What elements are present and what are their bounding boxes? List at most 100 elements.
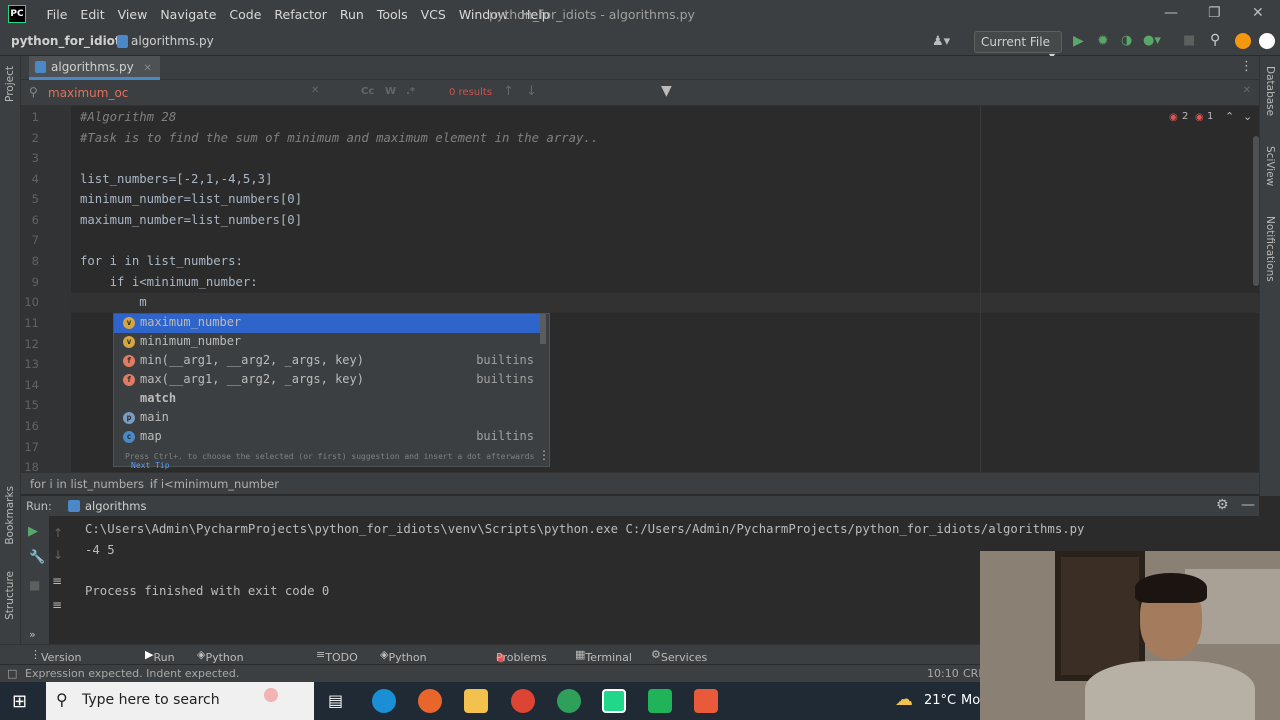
tool-terminal[interactable]: ▦ Terminal — [575, 648, 632, 664]
tool-python-packages[interactable]: ◈ Python Packages — [197, 648, 257, 677]
code-breadcrumb: for i in list_numbers › if i<minimum_num… — [21, 472, 1259, 494]
completion-item[interactable]: c map builtins — [114, 428, 546, 447]
pycharm-taskbar-icon[interactable] — [602, 689, 626, 713]
chevron-down-icon[interactable]: ⌄ — [1243, 110, 1252, 123]
firefox-icon[interactable] — [418, 689, 442, 713]
search-icon: ⚲ — [29, 85, 38, 99]
sciview-tool-button[interactable]: SciView — [1264, 146, 1276, 186]
tool-python-console[interactable]: ◈ Python Console — [380, 648, 432, 677]
menu-tools[interactable]: Tools — [370, 7, 414, 22]
search-results-count: 0 results — [449, 87, 493, 98]
minimize-icon[interactable]: — — [1164, 5, 1178, 21]
menu-run[interactable]: Run — [333, 7, 370, 22]
more-options-icon[interactable]: ⋮ — [538, 448, 550, 462]
stop-icon[interactable]: ■ — [1183, 33, 1195, 48]
bookmarks-tool-button[interactable]: Bookmarks — [4, 486, 16, 545]
updates-icon[interactable] — [1235, 33, 1251, 49]
coverage-icon[interactable]: ◑ — [1121, 33, 1132, 48]
soft-wrap-icon[interactable]: ≡ — [52, 574, 62, 588]
clion-icon[interactable] — [694, 689, 718, 713]
status-message: Expression expected. Indent expected. — [25, 667, 240, 680]
completion-scrollbar[interactable] — [540, 314, 546, 344]
jetbrains-app-icon[interactable] — [648, 689, 672, 713]
more-icon[interactable]: » — [29, 628, 36, 641]
tool-version-control[interactable]: ⋮ Version Control — [30, 648, 81, 677]
next-occurrence-icon[interactable]: ↓ — [526, 84, 537, 99]
edge-icon[interactable] — [372, 689, 396, 713]
warning-icon[interactable]: ◉ — [1195, 112, 1204, 123]
more-tabs-icon[interactable]: ⋮ — [1240, 59, 1253, 74]
windows-start-icon[interactable]: ⊞ — [12, 691, 27, 712]
run-config-select[interactable]: Current File▾ — [974, 31, 1062, 63]
editor-scrollbar[interactable] — [1253, 136, 1259, 286]
taskbar-search-placeholder: Type here to search — [82, 692, 220, 708]
file-explorer-icon[interactable] — [464, 689, 488, 713]
previous-occurrence-icon[interactable]: ↑ — [503, 84, 514, 99]
error-icon[interactable]: ◉ — [1169, 112, 1178, 123]
task-view-icon[interactable]: ▤ — [328, 691, 343, 710]
profile-icon[interactable]: ●▾ — [1143, 33, 1161, 48]
completion-item-selected[interactable]: v maximum_number — [114, 314, 546, 333]
settings-gear-icon[interactable]: ⚙ — [1216, 497, 1229, 513]
chrome-icon[interactable] — [511, 689, 535, 713]
menu-view[interactable]: View — [111, 7, 154, 22]
chrome-profile-icon[interactable] — [557, 689, 581, 713]
taskbar-search[interactable]: ⚲ Type here to search — [46, 682, 314, 720]
next-tip-link[interactable]: Next Tip — [131, 461, 170, 470]
line-number: 6 — [31, 213, 39, 227]
close-find-icon[interactable]: ✕ — [1243, 85, 1251, 96]
menu-vcs[interactable]: VCS — [414, 7, 452, 22]
jetbrains-icon[interactable] — [1259, 33, 1275, 49]
code-line: for i in list_numbers: — [80, 254, 243, 268]
rerun-icon[interactable]: ▶ — [28, 524, 38, 539]
tool-run[interactable]: ▶ Run — [145, 648, 175, 664]
completion-item[interactable]: v minimum_number — [114, 333, 546, 352]
menu-refactor[interactable]: Refactor — [268, 7, 333, 22]
completion-item[interactable]: f min(__arg1, __arg2, _args, key) builti… — [114, 352, 546, 371]
database-tool-button[interactable]: Database — [1264, 66, 1276, 116]
output-line: C:\Users\Admin\PycharmProjects\python_fo… — [85, 522, 1085, 536]
caret-position[interactable]: 10:10 — [927, 667, 959, 680]
tab-algorithms[interactable]: algorithms.py ✕ — [29, 56, 160, 80]
tool-services[interactable]: ⚙ Services — [651, 648, 707, 664]
whole-words-icon[interactable]: W — [385, 86, 396, 97]
user-icon[interactable]: ♟▾ — [932, 34, 950, 49]
menu-edit[interactable]: Edit — [74, 7, 111, 22]
wrench-icon[interactable]: 🔧 — [29, 550, 45, 565]
breadcrumb-project[interactable]: python_for_idiots — [11, 34, 128, 48]
search-icon: ⚲ — [56, 690, 68, 709]
structure-tool-button[interactable]: Structure — [4, 571, 16, 620]
match-case-icon[interactable]: Cc — [361, 86, 374, 97]
menu-file[interactable]: File — [40, 7, 74, 22]
menu-navigate[interactable]: Navigate — [154, 7, 223, 22]
completion-item[interactable]: f max(__arg1, __arg2, _args, key) builti… — [114, 371, 546, 390]
breadcrumb-file[interactable]: algorithms.py — [131, 34, 214, 48]
regex-icon[interactable]: .* — [406, 86, 415, 97]
breadcrumb-for-loop[interactable]: for i in list_numbers — [30, 477, 144, 491]
stop-run-icon[interactable]: ■ — [29, 578, 40, 592]
completion-item[interactable]: match — [114, 390, 546, 409]
search-everywhere-icon[interactable]: ⚲ — [1210, 32, 1220, 48]
menu-code[interactable]: Code — [223, 7, 268, 22]
project-tool-button[interactable]: Project — [4, 66, 16, 102]
tool-todo[interactable]: ≡ TODO — [316, 648, 358, 664]
restore-icon[interactable]: ❐ — [1208, 5, 1221, 21]
clear-search-icon[interactable]: ✕ — [311, 85, 319, 96]
person-hair — [1135, 573, 1207, 603]
scroll-up-icon[interactable]: ↑ — [53, 526, 63, 540]
close-window-icon[interactable]: ✕ — [1252, 5, 1264, 21]
debug-icon[interactable]: ✹ — [1097, 33, 1109, 49]
filter-icon[interactable]: ▼ — [661, 83, 672, 99]
run-icon[interactable]: ▶ — [1073, 33, 1084, 49]
chevron-up-icon[interactable]: ⌃ — [1225, 110, 1234, 123]
variable-icon: v — [123, 317, 135, 329]
search-input[interactable]: maximum_oc — [48, 86, 128, 100]
scroll-down-icon[interactable]: ↓ — [53, 548, 63, 562]
completion-item[interactable]: p main — [114, 409, 546, 428]
run-tab[interactable]: algorithms — [85, 499, 147, 513]
scroll-to-end-icon[interactable]: ≡ — [52, 598, 62, 612]
close-tab-icon[interactable]: ✕ — [144, 63, 152, 74]
notifications-tool-button[interactable]: Notifications — [1264, 216, 1276, 282]
breadcrumb-if[interactable]: if i<minimum_number — [150, 477, 279, 491]
hide-panel-icon[interactable]: — — [1241, 497, 1255, 513]
